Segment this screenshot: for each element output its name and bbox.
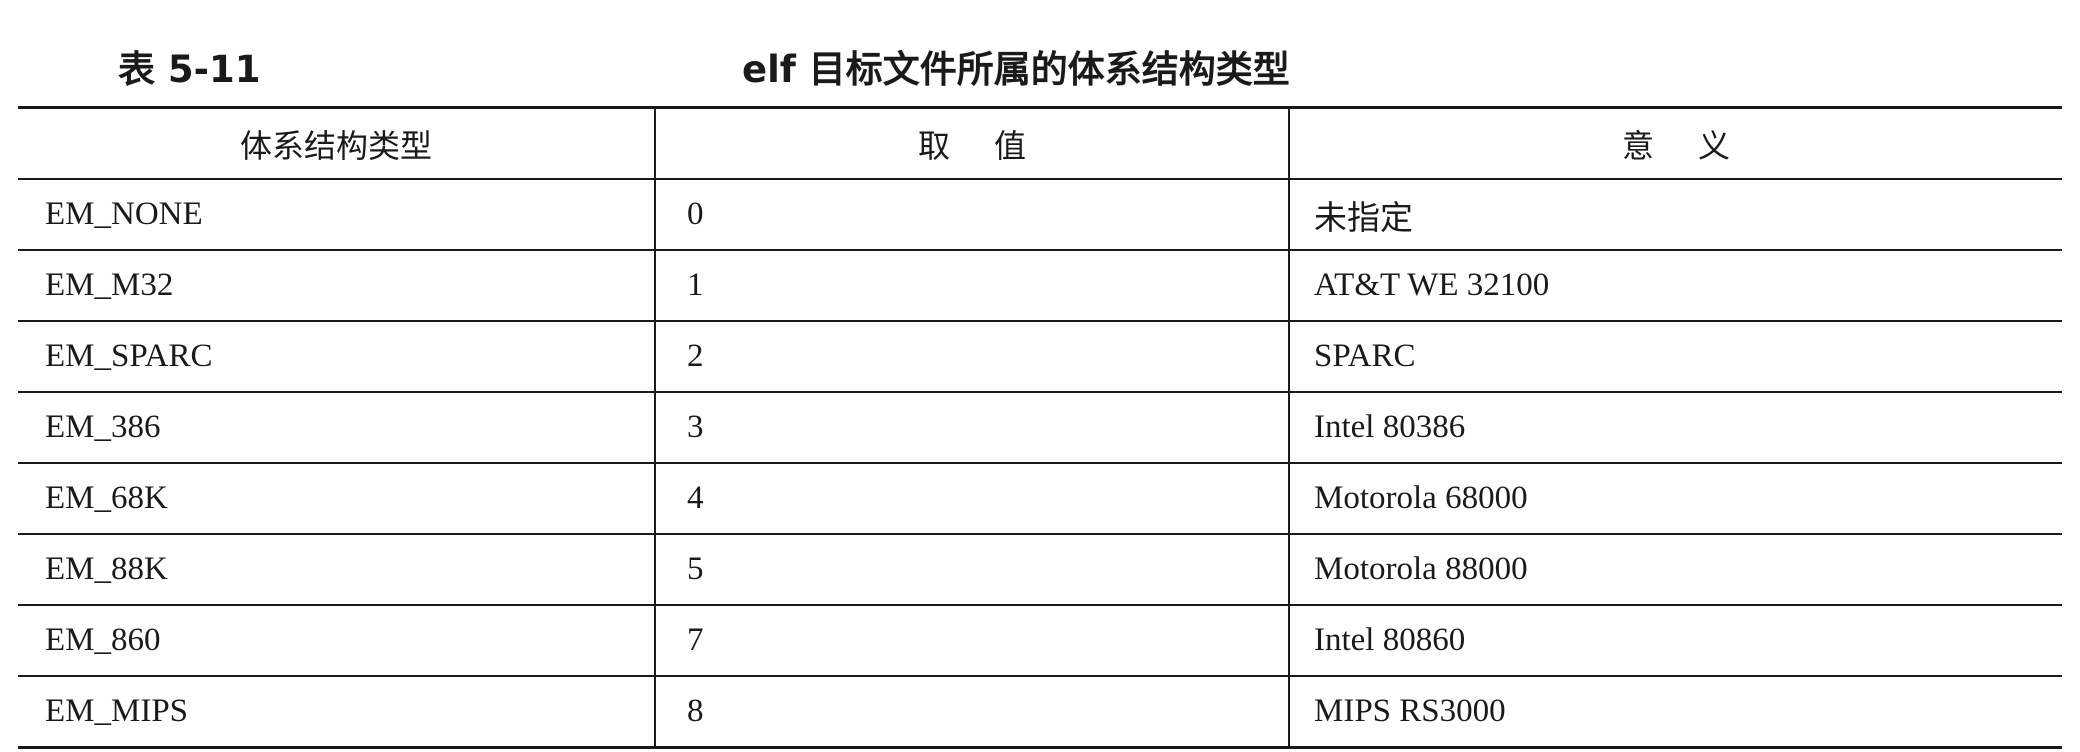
header-value: 取值 bbox=[654, 107, 1289, 180]
cell-value: 5 bbox=[654, 534, 1289, 606]
table-row: EM_860 7 Intel 80860 bbox=[18, 605, 2062, 677]
cell-architecture-name: EM_386 bbox=[18, 392, 655, 464]
cell-architecture-name: EM_M32 bbox=[18, 250, 655, 322]
cell-value: 3 bbox=[654, 392, 1289, 464]
table-row: EM_68K 4 Motorola 68000 bbox=[18, 463, 2062, 535]
cell-architecture-name: EM_NONE bbox=[18, 179, 655, 251]
cell-architecture-name: EM_68K bbox=[18, 463, 655, 535]
cell-value: 7 bbox=[654, 605, 1289, 677]
table-header-row: 体系结构类型 取值 意义 bbox=[18, 107, 2062, 180]
table-title: elf 目标文件所属的体系结构类型 bbox=[742, 48, 1290, 91]
cell-meaning: 未指定 bbox=[1288, 179, 2062, 251]
cell-architecture-name: EM_88K bbox=[18, 534, 655, 606]
table-caption: 表 5-11 elf 目标文件所属的体系结构类型 bbox=[0, 40, 2080, 100]
cell-meaning: Intel 80386 bbox=[1288, 392, 2062, 464]
cell-architecture-name: EM_SPARC bbox=[18, 321, 655, 393]
architecture-type-table: 体系结构类型 取值 意义 EM_NONE 0 未指定 EM_M32 1 AT&T… bbox=[18, 106, 2062, 749]
table-number: 表 5-11 bbox=[118, 48, 261, 91]
cell-value: 4 bbox=[654, 463, 1289, 535]
cell-meaning: Motorola 68000 bbox=[1288, 463, 2062, 535]
table-row: EM_88K 5 Motorola 88000 bbox=[18, 534, 2062, 606]
cell-value: 0 bbox=[654, 179, 1289, 251]
header-meaning: 意义 bbox=[1288, 107, 2062, 180]
cell-meaning: AT&T WE 32100 bbox=[1288, 250, 2062, 322]
cell-meaning: MIPS RS3000 bbox=[1288, 676, 2062, 749]
cell-meaning: Motorola 88000 bbox=[1288, 534, 2062, 606]
cell-value: 8 bbox=[654, 676, 1289, 749]
table-row: EM_MIPS 8 MIPS RS3000 bbox=[18, 676, 2062, 749]
cell-value: 1 bbox=[654, 250, 1289, 322]
table-row: EM_SPARC 2 SPARC bbox=[18, 321, 2062, 393]
table-row: EM_NONE 0 未指定 bbox=[18, 179, 2062, 251]
cell-meaning: Intel 80860 bbox=[1288, 605, 2062, 677]
cell-architecture-name: EM_860 bbox=[18, 605, 655, 677]
table-row: EM_M32 1 AT&T WE 32100 bbox=[18, 250, 2062, 322]
cell-architecture-name: EM_MIPS bbox=[18, 676, 655, 749]
cell-value: 2 bbox=[654, 321, 1289, 393]
table-row: EM_386 3 Intel 80386 bbox=[18, 392, 2062, 464]
cell-meaning: SPARC bbox=[1288, 321, 2062, 393]
header-architecture-type: 体系结构类型 bbox=[18, 107, 655, 180]
